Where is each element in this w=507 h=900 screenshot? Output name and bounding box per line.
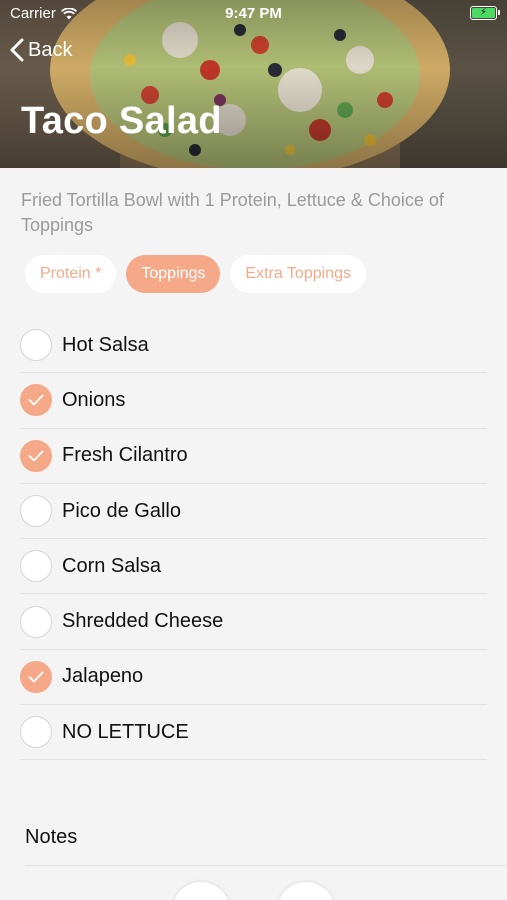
checkbox[interactable] — [20, 550, 52, 583]
checkbox[interactable] — [20, 605, 52, 638]
chevron-left-icon — [10, 38, 24, 62]
tab-toppings[interactable]: Toppings — [126, 255, 221, 293]
option-label: Shredded Cheese — [62, 610, 224, 633]
notes-label[interactable]: Notes — [25, 826, 77, 849]
option-hot-salsa[interactable]: Hot Salsa — [20, 318, 487, 374]
quantity-decrease-button[interactable] — [172, 882, 230, 900]
option-label: Corn Salsa — [62, 554, 161, 577]
option-onions[interactable]: Onions — [20, 373, 487, 429]
option-label: Jalapeno — [62, 665, 144, 688]
option-tabs: Protein * Toppings Extra Toppings — [25, 255, 366, 293]
toppings-list: Hot Salsa Onions Fresh Cilantro Pico de … — [20, 318, 487, 761]
quantity-increase-button[interactable] — [277, 882, 335, 900]
checkbox[interactable] — [20, 439, 52, 472]
option-label: Onions — [62, 388, 126, 411]
option-label: Pico de Gallo — [62, 499, 181, 522]
option-pico-de-gallo[interactable]: Pico de Gallo — [20, 484, 487, 540]
checkmark-icon — [28, 671, 44, 683]
checkmark-icon — [28, 395, 44, 406]
battery-icon: ⚡ — [470, 6, 500, 20]
option-label: Hot Salsa — [62, 333, 149, 356]
option-jalapeno[interactable]: Jalapeno — [20, 650, 487, 706]
checkbox[interactable] — [20, 384, 52, 417]
status-bar: Carrier 9:47 PM ⚡ — [0, 0, 507, 28]
item-title: Taco Salad — [21, 100, 222, 142]
checkmark-icon — [28, 450, 44, 462]
option-shredded-cheese[interactable]: Shredded Cheese — [20, 594, 487, 650]
checkbox[interactable] — [20, 660, 52, 693]
back-label: Back — [28, 38, 73, 61]
option-label: NO LETTUCE — [62, 720, 189, 743]
tab-extra-toppings[interactable]: Extra Toppings — [230, 255, 366, 293]
option-corn-salsa[interactable]: Corn Salsa — [20, 539, 487, 595]
option-label: Fresh Cilantro — [62, 444, 188, 467]
back-button[interactable]: Back — [10, 38, 72, 62]
clock: 9:47 PM — [225, 5, 282, 22]
checkbox[interactable] — [20, 495, 52, 528]
checkbox[interactable] — [20, 716, 52, 749]
item-description: Fried Tortilla Bowl with 1 Protein, Lett… — [21, 190, 444, 235]
charging-icon: ⚡ — [480, 7, 488, 18]
divider — [25, 865, 507, 866]
checkbox[interactable] — [20, 329, 52, 362]
tab-protein[interactable]: Protein * — [25, 255, 117, 293]
option-no-lettuce[interactable]: NO LETTUCE — [20, 705, 487, 761]
option-fresh-cilantro[interactable]: Fresh Cilantro — [20, 429, 487, 484]
